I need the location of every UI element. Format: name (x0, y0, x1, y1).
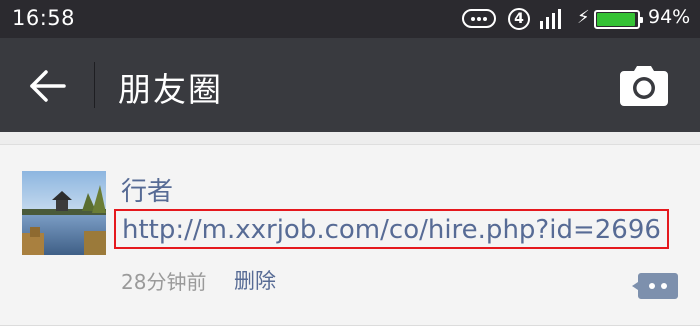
top-nav-bar: 朋友圈 (0, 38, 700, 132)
more-dots-icon (462, 9, 496, 28)
moments-post: 行者 http://m.xxrjob.com/co/hire.php?id=26… (0, 144, 700, 326)
comment-icon (632, 273, 678, 299)
delete-button[interactable]: 删除 (234, 265, 276, 295)
back-arrow-icon (30, 70, 66, 102)
comment-button[interactable] (631, 271, 679, 301)
header-divider (94, 62, 95, 108)
author-name[interactable]: 行者 (121, 171, 173, 208)
post-link[interactable]: http://m.xxrjob.com/co/hire.php?id=2696 (114, 209, 669, 249)
avatar-landscape-image (22, 171, 106, 255)
battery-fill (597, 13, 635, 26)
battery-percent: 94% (648, 6, 691, 28)
camera-icon (620, 66, 668, 106)
back-button[interactable] (22, 60, 74, 112)
status-bar: 16:58 4 ⚡ 94% (0, 0, 700, 38)
charging-icon: ⚡ (577, 7, 590, 28)
sim-icon: 4 (508, 8, 530, 30)
signal-icon (540, 9, 566, 29)
page-title: 朋友圈 (118, 70, 223, 109)
avatar[interactable] (22, 171, 106, 255)
post-time: 28分钟前 (121, 270, 207, 294)
status-time: 16:58 (12, 6, 76, 30)
battery-icon (594, 10, 643, 29)
camera-button[interactable] (618, 63, 670, 107)
